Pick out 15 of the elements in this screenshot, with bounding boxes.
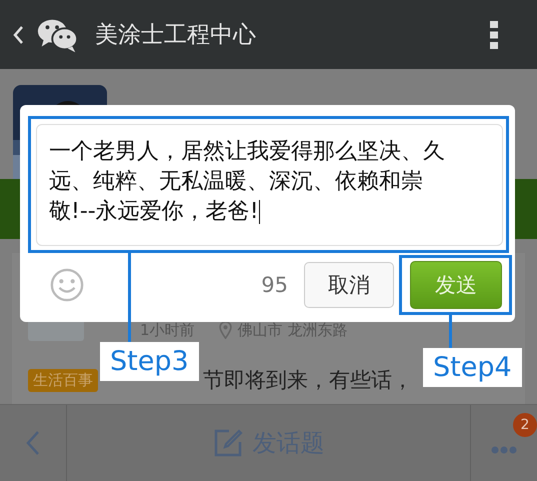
notification-badge: 2 bbox=[513, 413, 537, 437]
step-label: Step3 bbox=[100, 342, 199, 381]
more-icon[interactable] bbox=[491, 446, 517, 454]
character-count: 95 bbox=[261, 273, 288, 297]
cancel-button[interactable]: 取消 bbox=[304, 262, 394, 308]
category-tag: 生活百事 bbox=[28, 368, 98, 392]
edit-icon bbox=[212, 428, 242, 458]
step-label: Step4 bbox=[423, 348, 522, 387]
menu-icon[interactable] bbox=[489, 20, 499, 50]
post-text: 节即将到来，有些话， bbox=[203, 367, 413, 394]
location-pin-icon bbox=[218, 321, 232, 339]
smiley-icon[interactable] bbox=[50, 268, 84, 302]
leader-line bbox=[449, 315, 452, 348]
window-title: 美涂士工程中心 bbox=[95, 21, 257, 50]
message-field[interactable]: 一个老男人，居然让我爱得那么坚决、久远、纯粹、无私温暖、深沉、依赖和崇敬!--永远爱你，老爸! bbox=[36, 124, 503, 246]
